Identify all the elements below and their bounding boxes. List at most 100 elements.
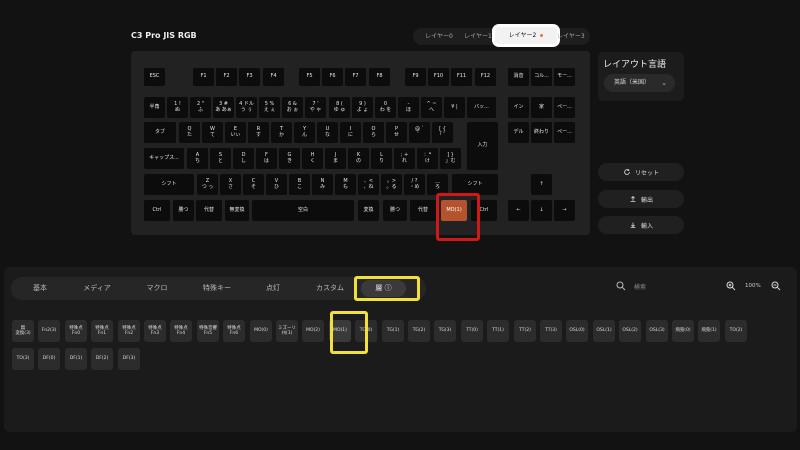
- key-r0-10[interactable]: F10: [428, 68, 449, 86]
- keycode-18[interactable]: TT(1): [487, 320, 509, 342]
- keycode-25[interactable]: 飛兎(0): [672, 320, 694, 342]
- key-r2-5[interactable]: T か: [271, 122, 292, 143]
- key-r3-12[interactable]: ] } 」む: [440, 148, 461, 169]
- key-r2-14[interactable]: 終わり: [531, 122, 552, 143]
- search-icon[interactable]: [616, 281, 626, 291]
- key-r5-0[interactable]: Ctrl: [144, 200, 170, 221]
- key-r2-8[interactable]: I に: [340, 122, 361, 143]
- key-r4-6[interactable]: N み: [312, 174, 333, 195]
- key-r2-15[interactable]: ペー...: [554, 122, 575, 143]
- key-r0-3[interactable]: F3: [239, 68, 260, 86]
- tab-category-0[interactable]: 基本: [22, 277, 58, 300]
- key-r3-10[interactable]: ; + れ: [394, 148, 415, 169]
- key-r0-11[interactable]: F11: [451, 68, 472, 86]
- tab-category-5[interactable]: カスタム: [310, 277, 350, 300]
- keycode-21[interactable]: OSL(0): [566, 320, 588, 342]
- key-r0-12[interactable]: F12: [475, 68, 496, 86]
- key-r5-12[interactable]: →: [554, 200, 575, 221]
- key-r4-12[interactable]: シフト: [452, 174, 498, 195]
- key-r1-6[interactable]: 6 & お ぉ: [282, 97, 303, 118]
- key-r5-10[interactable]: ←: [508, 200, 529, 221]
- key-r5-2[interactable]: 代替: [196, 200, 222, 221]
- keycode-4[interactable]: 特殊点 Fn2: [118, 320, 140, 342]
- key-r0-2[interactable]: F2: [216, 68, 237, 86]
- key-r3-11[interactable]: ：* け: [417, 148, 438, 169]
- key-r1-0[interactable]: 半角: [144, 97, 165, 118]
- key-r0-0[interactable]: ESC: [144, 68, 165, 86]
- keycode-row2-0[interactable]: TO(3): [12, 348, 34, 370]
- key-r5-3[interactable]: 無変換: [225, 200, 249, 221]
- key-r1-2[interactable]: 2 " ふ: [190, 97, 211, 118]
- key-r4-5[interactable]: B こ: [289, 174, 310, 195]
- key-r0-14[interactable]: コル...: [531, 68, 552, 86]
- key-r3-2[interactable]: S と: [210, 148, 231, 169]
- key-r5-4[interactable]: 空白: [252, 200, 354, 221]
- key-r3-0[interactable]: キャップス...: [144, 148, 184, 169]
- key-r3-8[interactable]: K の: [348, 148, 369, 169]
- key-r2-4[interactable]: R す: [248, 122, 269, 143]
- zoom-in-icon[interactable]: [726, 281, 736, 291]
- tab-category-2[interactable]: マクロ: [140, 277, 174, 300]
- keycode-0[interactable]: 無 変換(3): [12, 320, 34, 342]
- key-r5-6[interactable]: 勝つ: [383, 200, 407, 221]
- keycode-row2-2[interactable]: DF(1): [65, 348, 87, 370]
- key-r4-0[interactable]: シフト: [144, 174, 194, 195]
- keycode-row2-3[interactable]: DF(2): [91, 348, 113, 370]
- key-r1-11[interactable]: - ほ: [398, 97, 419, 118]
- key-r2-1[interactable]: Q た: [179, 122, 200, 143]
- key-r2-0[interactable]: タブ: [144, 122, 176, 143]
- keycode-9[interactable]: MO(0): [250, 320, 272, 342]
- key-r4-11[interactable]: ＿ ろ: [427, 174, 448, 195]
- keycode-row2-1[interactable]: DF(0): [38, 348, 60, 370]
- key-r1-7[interactable]: 7 ' や ゃ: [305, 97, 326, 118]
- key-r4-9[interactable]: 。> 。る: [381, 174, 402, 195]
- keycode-20[interactable]: TT(3): [540, 320, 562, 342]
- key-r3-7[interactable]: J ま: [325, 148, 346, 169]
- key-r0-8[interactable]: F8: [369, 68, 390, 86]
- import-button[interactable]: 輸入: [598, 216, 684, 234]
- key-r1-9[interactable]: 9 ) よ ょ: [352, 97, 373, 118]
- key-r0-4[interactable]: F4: [263, 68, 284, 86]
- tab-layer-1[interactable]: レイヤー1: [463, 28, 493, 45]
- zoom-out-icon[interactable]: [771, 281, 781, 291]
- tab-layer-0[interactable]: レイヤー0: [419, 28, 459, 45]
- key-r5-1[interactable]: 勝つ: [173, 200, 194, 221]
- key-r3-6[interactable]: H く: [302, 148, 323, 169]
- key-r0-5[interactable]: F5: [299, 68, 320, 86]
- keycode-6[interactable]: 特殊点 Fn4: [170, 320, 192, 342]
- keycode-17[interactable]: TT(0): [461, 320, 483, 342]
- keycode-27[interactable]: TO(2): [725, 320, 747, 342]
- key-r0-13[interactable]: 消音: [508, 68, 529, 86]
- key-r2-13[interactable]: デル: [508, 122, 529, 143]
- keycode-26[interactable]: 飛兎(1): [698, 320, 720, 342]
- key-r2-12[interactable]: [ { 「 ゜: [432, 122, 453, 143]
- key-r0-6[interactable]: F6: [322, 68, 343, 86]
- key-r3-9[interactable]: L り: [371, 148, 392, 169]
- tab-category-4[interactable]: 点灯: [256, 277, 290, 300]
- tab-layer-2[interactable]: レイヤー2: [493, 25, 559, 46]
- key-r5-5[interactable]: 変換: [358, 200, 379, 221]
- key-r3-1[interactable]: A ち: [187, 148, 208, 169]
- key-r1-16[interactable]: 家: [531, 97, 552, 118]
- key-r2-2[interactable]: W て: [202, 122, 223, 143]
- key-r2-7[interactable]: U な: [317, 122, 338, 143]
- search-input[interactable]: 検索: [634, 282, 646, 291]
- key-r3-3[interactable]: D し: [233, 148, 254, 169]
- keycode-19[interactable]: TT(2): [514, 320, 536, 342]
- key-r4-8[interactable]: 、< 、ね: [358, 174, 379, 195]
- key-r4-10[interactable]: / ? ・め: [404, 174, 425, 195]
- key-r4-3[interactable]: C そ: [243, 174, 264, 195]
- key-r2-3[interactable]: E いぃ: [225, 122, 246, 143]
- key-r1-4[interactable]: 4 ドル う ぅ: [236, 97, 257, 118]
- key-r1-13[interactable]: ¥ |: [444, 97, 465, 118]
- reset-button[interactable]: リセット: [598, 163, 684, 181]
- key-r1-14[interactable]: バッ...: [467, 97, 496, 118]
- key-r5-7[interactable]: 代替: [410, 200, 436, 221]
- key-r1-1[interactable]: 1 ! ぬ: [167, 97, 188, 118]
- key-r0-9[interactable]: F9: [405, 68, 426, 86]
- keycode-23[interactable]: OSL(2): [619, 320, 641, 342]
- key-r4-4[interactable]: V ひ: [266, 174, 287, 195]
- keycode-8[interactable]: 特殊点 Fn6: [223, 320, 245, 342]
- keycode-5[interactable]: 特殊点 Fn3: [144, 320, 166, 342]
- export-button[interactable]: 輸出: [598, 190, 684, 208]
